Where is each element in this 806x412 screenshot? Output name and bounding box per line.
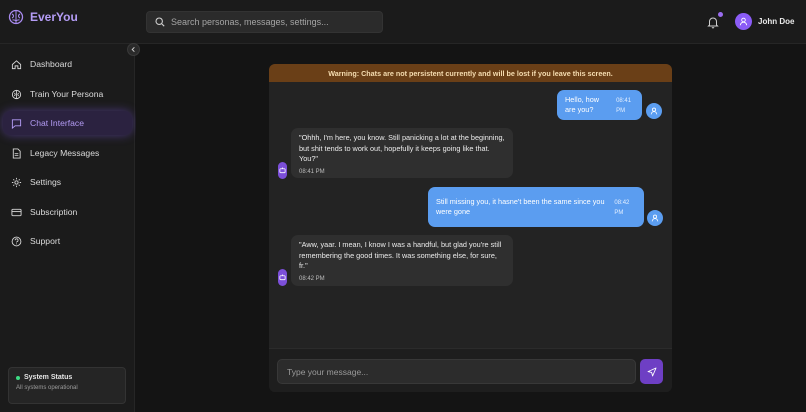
- gear-icon: [11, 177, 22, 187]
- sidebar-item-support[interactable]: Support: [3, 229, 132, 253]
- message-persona: "Aww, yaar. I mean, I know I was a handf…: [291, 235, 513, 286]
- message-text: "Aww, yaar. I mean, I know I was a handf…: [299, 240, 502, 270]
- message-text: Hello, how are you?: [565, 94, 600, 115]
- system-status-card: System Status All systems operational: [8, 367, 126, 404]
- message-time: 08:41 PM: [616, 97, 632, 115]
- status-subtitle: All systems operational: [16, 385, 78, 391]
- brain-logo-icon: [8, 9, 24, 25]
- chat-panel: Warning: Chats are not persistent curren…: [269, 64, 672, 392]
- sidebar-item-dashboard[interactable]: Dashboard: [3, 52, 132, 76]
- sidebar-item-train-persona[interactable]: Train Your Persona: [3, 82, 132, 106]
- warning-text: Warning: Chats are not persistent curren…: [328, 68, 613, 78]
- sidebar-item-label: Settings: [30, 177, 62, 187]
- file-text-icon: [12, 147, 21, 159]
- user-icon: [739, 17, 748, 26]
- user-name: John Doe: [758, 17, 795, 26]
- sidebar-item-label: Chat Interface: [30, 118, 84, 128]
- app-logo[interactable]: EverYou: [8, 9, 78, 25]
- app-name: EverYou: [30, 10, 78, 24]
- sidebar-item-label: Dashboard: [30, 59, 73, 69]
- search-bar[interactable]: [146, 11, 383, 33]
- message-text: "Ohhh, I'm here, you know. Still panicki…: [299, 133, 505, 163]
- user-menu[interactable]: John Doe: [735, 13, 794, 30]
- user-avatar: [646, 103, 662, 119]
- composer: [269, 348, 672, 392]
- search-input[interactable]: [171, 17, 371, 27]
- send-icon: [647, 367, 656, 376]
- bot-icon: [279, 274, 286, 281]
- app-root: EverYou John Doe: [0, 0, 806, 412]
- home-icon: [11, 59, 22, 69]
- message-time: 08:42 PM: [299, 275, 325, 282]
- credit-card-icon: [11, 208, 22, 216]
- status-title: System Status: [24, 374, 73, 381]
- message-text: Still missing you, it hasne't been the s…: [436, 196, 605, 217]
- message-time: 08:41 PM: [299, 168, 325, 175]
- sidebar-item-settings[interactable]: Settings: [3, 170, 132, 194]
- persona-avatar: [278, 162, 287, 179]
- avatar: [735, 13, 752, 30]
- message-input[interactable]: [277, 359, 636, 384]
- message-square-icon: [11, 118, 22, 129]
- sidebar-item-chat-interface[interactable]: Chat Interface: [3, 111, 132, 135]
- bot-icon: [279, 167, 286, 174]
- warning-banner: Warning: Chats are not persistent curren…: [269, 64, 672, 82]
- send-button[interactable]: [640, 359, 663, 384]
- sidebar-collapse-button[interactable]: [127, 43, 140, 56]
- sidebar-item-label: Train Your Persona: [30, 89, 104, 99]
- user-icon: [650, 107, 658, 115]
- sidebar-item-label: Legacy Messages: [30, 148, 100, 158]
- sidebar-item-label: Support: [30, 236, 61, 246]
- sidebar-item-legacy-messages[interactable]: Legacy Messages: [3, 141, 132, 165]
- status-indicator: [16, 375, 20, 380]
- notification-bell-icon[interactable]: [706, 15, 720, 29]
- user-icon: [651, 214, 659, 222]
- sidebar-item-subscription[interactable]: Subscription: [3, 200, 132, 224]
- message-persona: "Ohhh, I'm here, you know. Still panicki…: [291, 128, 513, 178]
- message-time: 08:42 PM: [614, 199, 630, 217]
- sidebar-item-label: Subscription: [30, 207, 78, 217]
- search-icon: [155, 17, 165, 27]
- notification-badge: [718, 12, 723, 17]
- message-user: Hello, how are you? 08:41 PM: [557, 90, 642, 120]
- sidebar: Dashboard Train Your Persona Chat Interf…: [0, 44, 135, 412]
- persona-avatar: [278, 269, 287, 286]
- top-bar: EverYou John Doe: [0, 0, 806, 44]
- message-user: Still missing you, it hasne't been the s…: [428, 187, 644, 227]
- help-circle-icon: [11, 236, 22, 246]
- brain-icon: [11, 89, 22, 99]
- chevron-left-icon: [131, 46, 135, 53]
- user-avatar: [647, 210, 663, 226]
- message-list[interactable]: Hello, how are you? 08:41 PM "Ohhh, I'm …: [269, 82, 672, 348]
